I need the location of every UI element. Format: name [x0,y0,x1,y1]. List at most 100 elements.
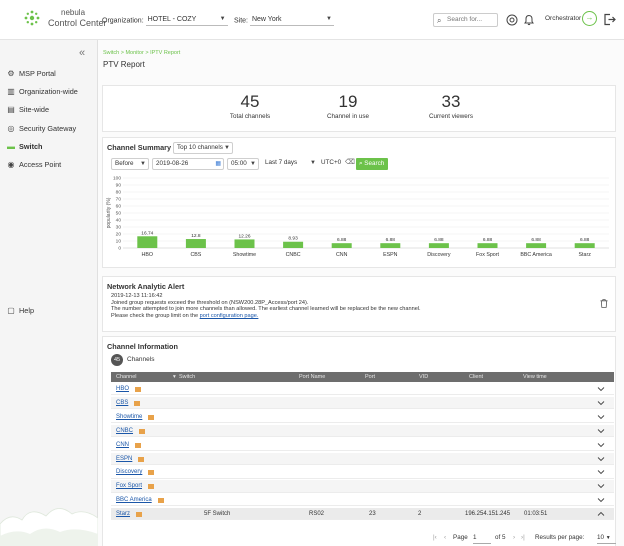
site-dropdown[interactable]: New York ▼ [249,15,334,26]
alert-timestamp: 2019-12-13 11:16:42 [111,293,163,299]
sidebar-item-label: Security Gateway [19,124,77,133]
sidebar-item-switch[interactable]: ▬ Switch [6,140,96,154]
sidebar-item-label: Access Point [19,160,62,169]
chart-bar [234,239,255,248]
view-time-cell: 01:03:51 [524,511,548,517]
last-page-icon[interactable]: ›| [521,534,525,541]
collapse-sidebar-icon[interactable]: « [79,47,85,59]
chevron-down-icon[interactable] [597,466,605,478]
table-row[interactable]: HBO [111,383,614,396]
sort-icon[interactable]: ▾ [173,372,176,382]
channel-link[interactable]: CBS [116,397,128,409]
trash-icon[interactable] [600,299,608,308]
network-alert-card: Network Analytic Alert 2019-12-13 11:16:… [102,276,616,332]
date-input[interactable]: 2019-08-26 ▦ [152,158,224,170]
sidebar-item-security-gateway[interactable]: ◎ Security Gateway [6,122,96,136]
port-configuration-link[interactable]: port configuration page. [200,313,259,319]
column-header[interactable]: Switch [179,372,195,382]
tv-icon [134,400,140,406]
sidebar-item-msp-portal[interactable]: ⚙ MSP Portal [6,67,96,81]
time-select[interactable]: 05:00 ▼ [227,158,259,170]
before-select[interactable]: Before ▼ [111,158,149,170]
cloud-decoration-icon [0,508,98,546]
channel-count-badge: 45 [111,354,123,366]
search-input[interactable] [447,16,495,23]
channel-link[interactable]: ESPN [116,453,132,465]
page-title: PTV Report [103,60,145,69]
table-row[interactable]: Discovery [111,466,614,479]
channel-link[interactable]: HBO [116,383,129,395]
top-channels-select[interactable]: Top 10 channels ▼ [173,142,233,154]
sidebar-item-site-wide[interactable]: ▤ Site-wide [6,103,96,117]
channel-link[interactable]: Fox Sport [116,480,142,492]
summary-stats-card: 45 Total channels 19 Channel in use 33 C… [102,85,616,132]
chart-search-button[interactable]: ⌕ Search [356,158,388,170]
chevron-down-icon[interactable] [597,494,605,506]
chevron-down-icon[interactable] [597,425,605,437]
channel-link[interactable]: BBC America [116,494,152,506]
results-per-page-select[interactable]: 10 ▼ [597,534,616,544]
chevron-down-icon: ▼ [224,145,230,151]
breadcrumb[interactable]: Switch > Monitor > IPTV Report [103,50,180,56]
x-tick-label: CNN [336,252,348,258]
bar-value-label: 6.88 [434,237,444,243]
table-row-expanded[interactable]: Starz 5F Switch RS02 23 2 196.254.151.24… [111,508,614,521]
logout-icon[interactable] [603,13,616,26]
table-row[interactable]: Fox Sport [111,480,614,493]
page-number-input[interactable]: 1 [473,534,491,544]
x-tick-label: Fox Sport [476,252,499,258]
column-header[interactable]: VID [419,372,428,382]
range-select[interactable]: Last 7 days ▼ [262,158,318,170]
port-cell: 23 [369,511,376,517]
channel-link[interactable]: CNN [116,439,129,451]
sidebar-item-organization-wide[interactable]: ▥ Organization-wide [6,85,96,99]
chevron-down-icon[interactable] [597,383,605,395]
chevron-down-icon[interactable] [597,439,605,451]
chevron-down-icon[interactable] [597,397,605,409]
main-content: Switch > Monitor > IPTV Report PTV Repor… [98,40,624,546]
support-icon[interactable] [506,14,518,26]
chart-bar [185,239,206,248]
clear-icon[interactable]: ⌫ [345,158,355,166]
calendar-icon[interactable]: ▦ [215,159,221,169]
first-page-icon[interactable]: |‹ [433,534,437,541]
channel-popularity-chart: popularity (%) 0102030405060708090100 16.7… [106,176,609,258]
column-header[interactable]: Client [469,372,483,382]
chevron-down-icon[interactable] [597,453,605,465]
table-row[interactable]: BBC America [111,494,614,507]
channel-link[interactable]: Showtime [116,411,142,423]
notification-bell-icon[interactable] [523,14,535,26]
table-row[interactable]: Showtime [111,411,614,424]
orchestrator-toggle-icon[interactable]: → [582,11,597,26]
channel-link[interactable]: Starz [116,508,130,520]
y-tick-label: 10 [116,239,122,245]
sidebar-item-help[interactable]: ▢ Help [6,304,96,318]
results-value: 10 [597,534,605,541]
stat-label: Current viewers [428,113,474,120]
sidebar-item-access-point[interactable]: ◉ Access Point [6,158,96,172]
chevron-up-icon[interactable] [597,508,605,520]
chevron-down-icon[interactable] [597,480,605,492]
table-row[interactable]: CNN [111,439,614,451]
sidebar-item-label: MSP Portal [19,69,56,78]
table-row[interactable]: CBS [111,396,614,410]
bar-value-label: 6.88 [337,237,347,243]
column-header[interactable]: Port Name [299,372,325,382]
y-tick-label: 20 [116,232,122,238]
tv-icon [135,442,141,448]
orchestrator-label: Orchestrator [545,15,582,22]
org-dropdown[interactable]: HOTEL - COZY ▼ [145,15,228,26]
column-header[interactable]: Port [365,372,375,382]
column-header[interactable]: Channel [116,372,137,382]
channel-link[interactable]: Discovery [116,466,142,478]
search-box[interactable]: ⌕ [433,13,498,27]
search-icon: ⌕ [437,16,442,25]
next-page-icon[interactable]: › [513,534,515,541]
channel-link[interactable]: CNBC [116,425,133,437]
chevron-down-icon[interactable] [597,411,605,423]
org-selector: Organization: HOTEL - COZY ▼ [102,15,228,26]
table-row[interactable]: CNBC [111,424,614,437]
table-row[interactable]: ESPN [111,452,614,465]
column-header[interactable]: View time [523,372,547,382]
previous-page-icon[interactable]: ‹ [444,534,446,541]
